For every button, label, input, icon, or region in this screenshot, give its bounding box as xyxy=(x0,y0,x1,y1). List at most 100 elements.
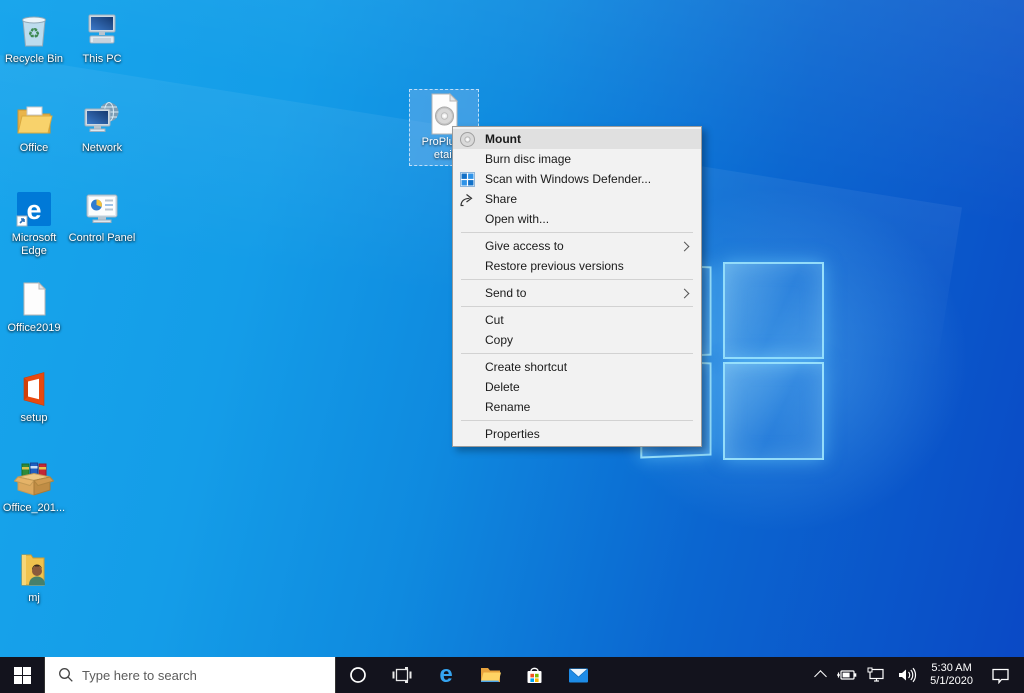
menu-item-label: Rename xyxy=(485,400,530,414)
desktop-icon-office2019[interactable]: Office2019 xyxy=(0,277,68,335)
svg-text:e: e xyxy=(26,195,41,225)
open-box-icon xyxy=(0,457,68,499)
search-icon xyxy=(58,667,74,683)
clock-time: 5:30 AM xyxy=(930,662,973,675)
menu-item-label: Restore previous versions xyxy=(485,259,624,273)
taskbar-task-view-button[interactable] xyxy=(380,657,424,693)
menu-item-restore-previous-versions[interactable]: Restore previous versions xyxy=(453,256,701,276)
menu-item-label: Properties xyxy=(485,427,540,441)
cortana-icon xyxy=(349,666,367,684)
desktop-icon-mj[interactable]: mj xyxy=(0,547,68,605)
taskbar-clock[interactable]: 5:30 AM 5/1/2020 xyxy=(922,662,981,688)
taskbar-store-button[interactable] xyxy=(512,657,556,693)
taskbar-cortana-button[interactable] xyxy=(336,657,380,693)
desktop-icon-office-201[interactable]: Office_201... xyxy=(0,457,68,515)
file-explorer-icon xyxy=(480,666,501,684)
menu-separator xyxy=(461,232,693,233)
menu-item-properties[interactable]: Properties xyxy=(453,424,701,444)
desktop-icon-control-panel[interactable]: Control Panel xyxy=(68,187,136,245)
taskbar-file-explorer-button[interactable] xyxy=(468,657,512,693)
search-input[interactable]: Type here to search xyxy=(44,657,336,693)
menu-item-label: Send to xyxy=(485,286,526,300)
desktop-wallpaper: ♻ Recycle Bin This PC xyxy=(0,0,1024,657)
desktop-icon-office-folder[interactable]: Office xyxy=(0,97,68,155)
desktop-icon-label: Control Panel xyxy=(68,232,136,245)
start-button[interactable] xyxy=(0,657,44,693)
network-icon xyxy=(68,97,136,139)
chevron-up-icon xyxy=(814,670,827,683)
menu-item-mount[interactable]: Mount xyxy=(453,129,701,149)
desktop-icon-this-pc[interactable]: This PC xyxy=(68,8,136,66)
desktop-icon-setup[interactable]: setup xyxy=(0,367,68,425)
action-center-icon xyxy=(991,667,1010,684)
windows-start-icon xyxy=(14,667,31,684)
menu-item-label: Scan with Windows Defender... xyxy=(485,172,651,186)
disc-icon xyxy=(459,131,475,147)
action-center-button[interactable] xyxy=(981,657,1024,693)
share-icon xyxy=(459,191,475,207)
menu-item-label: Cut xyxy=(485,313,504,327)
menu-item-label: Open with... xyxy=(485,212,549,226)
desktop-icon-label: mj xyxy=(0,592,68,605)
menu-item-label: Mount xyxy=(485,132,521,146)
menu-item-label: Give access to xyxy=(485,239,564,253)
edge-icon: e xyxy=(0,187,68,229)
context-menu: Mount Burn disc image Scan with Windows … xyxy=(452,126,702,447)
menu-item-scan-with-windows-defender[interactable]: Scan with Windows Defender... xyxy=(453,169,701,189)
menu-separator xyxy=(461,353,693,354)
menu-item-copy[interactable]: Copy xyxy=(453,330,701,350)
windows-logo-pane xyxy=(723,262,824,359)
desktop-icon-label: Microsoft Edge xyxy=(0,232,68,258)
menu-item-open-with[interactable]: Open with... xyxy=(453,209,701,229)
recycle-bin-icon: ♻ xyxy=(0,8,68,50)
this-pc-icon xyxy=(68,8,136,50)
menu-item-label: Create shortcut xyxy=(485,360,567,374)
menu-item-delete[interactable]: Delete xyxy=(453,377,701,397)
menu-separator xyxy=(461,279,693,280)
menu-item-create-shortcut[interactable]: Create shortcut xyxy=(453,357,701,377)
menu-item-burn-disc-image[interactable]: Burn disc image xyxy=(453,149,701,169)
desktop-icon-label: setup xyxy=(0,412,68,425)
taskbar-mail-button[interactable] xyxy=(556,657,600,693)
menu-item-label: Share xyxy=(485,192,517,206)
menu-item-share[interactable]: Share xyxy=(453,189,701,209)
mail-icon xyxy=(568,667,589,684)
menu-item-rename[interactable]: Rename xyxy=(453,397,701,417)
desktop-icon-network[interactable]: Network xyxy=(68,97,136,155)
control-panel-icon xyxy=(68,187,136,229)
clock-date: 5/1/2020 xyxy=(930,675,973,688)
menu-item-cut[interactable]: Cut xyxy=(453,310,701,330)
microsoft-store-icon xyxy=(525,666,544,685)
edge-icon: e xyxy=(439,665,452,685)
folder-icon xyxy=(0,97,68,139)
taskbar-edge-button[interactable]: e xyxy=(424,657,468,693)
desktop-icon-microsoft-edge[interactable]: e Microsoft Edge xyxy=(0,187,68,258)
desktop-icon-label: Recycle Bin xyxy=(0,53,68,66)
system-tray: 5:30 AM 5/1/2020 xyxy=(811,657,1024,693)
task-view-icon xyxy=(392,666,412,684)
user-folder-icon xyxy=(0,547,68,589)
volume-icon[interactable] xyxy=(892,657,922,693)
submenu-chevron-icon xyxy=(680,289,690,299)
desktop-icon-label: This PC xyxy=(68,53,136,66)
network-status-icon[interactable] xyxy=(862,657,892,693)
windows-logo-pane xyxy=(723,362,824,460)
desktop-icon-label: Office2019 xyxy=(0,322,68,335)
office-setup-icon xyxy=(0,367,68,409)
desktop-icon-label: Network xyxy=(68,142,136,155)
defender-icon xyxy=(459,171,475,187)
desktop-icon-label: Office xyxy=(0,142,68,155)
desktop-icon-label: Office_201... xyxy=(0,502,68,515)
menu-item-send-to[interactable]: Send to xyxy=(453,283,701,303)
menu-item-label: Burn disc image xyxy=(485,152,571,166)
menu-item-label: Copy xyxy=(485,333,513,347)
menu-item-label: Delete xyxy=(485,380,520,394)
taskbar: Type here to search e xyxy=(0,657,1024,693)
menu-item-give-access-to[interactable]: Give access to xyxy=(453,236,701,256)
menu-separator xyxy=(461,420,693,421)
document-icon xyxy=(0,277,68,319)
show-hidden-icons-button[interactable] xyxy=(811,657,830,693)
desktop-icon-recycle-bin[interactable]: ♻ Recycle Bin xyxy=(0,8,68,66)
battery-status-icon[interactable] xyxy=(830,657,862,693)
search-placeholder-text: Type here to search xyxy=(82,668,197,683)
